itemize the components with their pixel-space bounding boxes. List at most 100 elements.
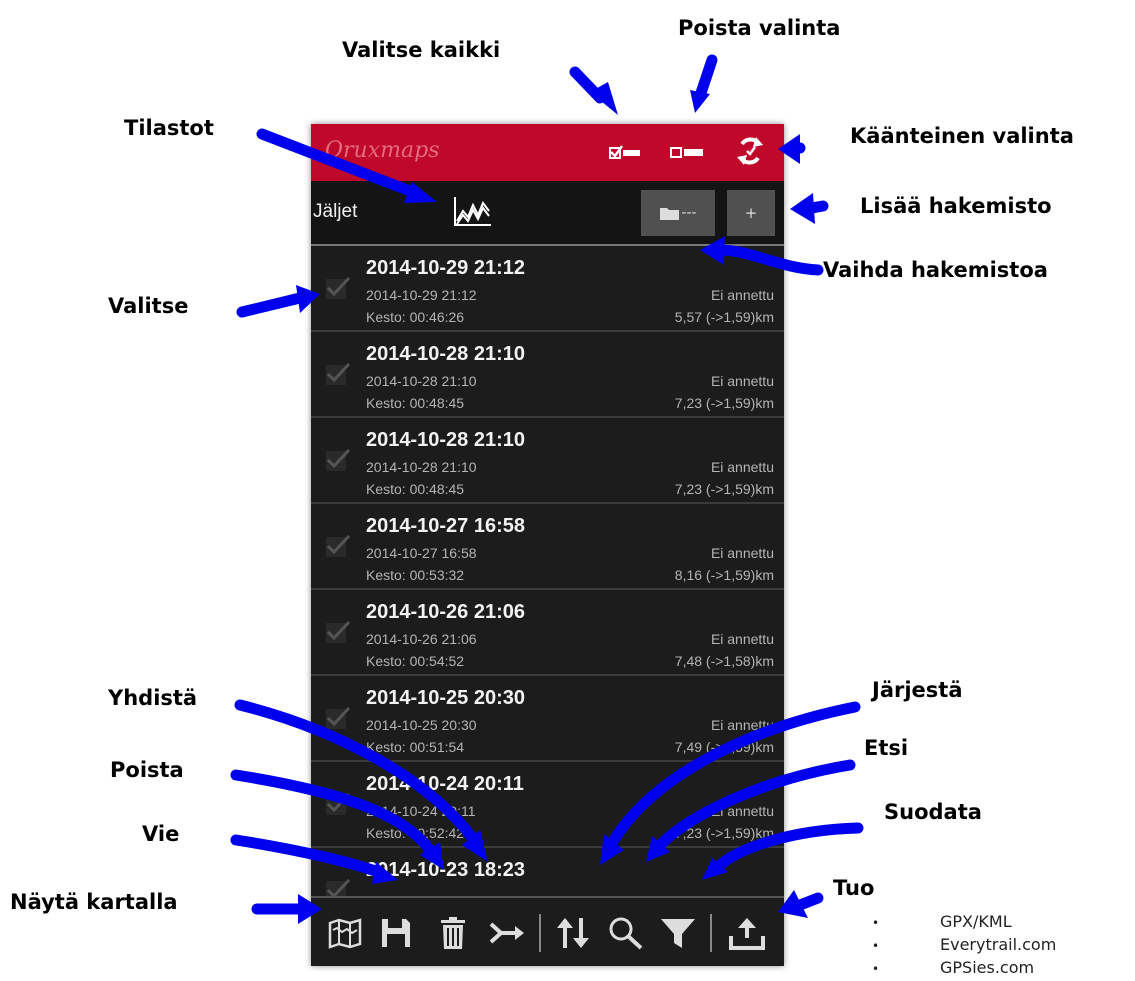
track-duration: Kesto: 00:52:42 <box>366 825 465 841</box>
import-source: GPSies.com <box>940 958 1035 977</box>
label-add-folder: Lisää hakemisto <box>860 194 1052 218</box>
track-distance: 5,57 (->1,59)km <box>674 309 774 325</box>
track-list: 2014-10-29 21:12 2014-10-29 21:12 Kesto:… <box>311 246 784 896</box>
track-row[interactable]: 2014-10-27 16:58 2014-10-27 16:58 Kesto:… <box>311 504 784 590</box>
track-row[interactable]: 2014-10-25 20:30 2014-10-25 20:30 Kesto:… <box>311 676 784 762</box>
track-duration: Kesto: 00:46:26 <box>366 309 465 325</box>
track-duration: Kesto: 00:48:45 <box>366 481 465 497</box>
track-distance: 7,23 (->1,59)km <box>674 481 774 497</box>
track-title: 2014-10-28 21:10 <box>366 343 526 365</box>
checkbox[interactable] <box>325 620 351 644</box>
arrow-import <box>794 892 824 911</box>
label-change-folder: Vaihda hakemistoa <box>823 258 1048 282</box>
change-folder-button[interactable]: --- <box>641 190 715 236</box>
track-status: Ei annettu <box>710 631 774 647</box>
track-status: Ei annettu <box>710 803 774 819</box>
track-date: 2014-10-27 16:58 <box>366 545 477 561</box>
merge-icon[interactable] <box>488 916 526 950</box>
label-deselect: Poista valinta <box>678 16 841 40</box>
checkbox[interactable] <box>325 706 351 730</box>
sort-icon[interactable] <box>554 916 592 950</box>
label-sort: Järjestä <box>872 678 963 702</box>
track-row[interactable]: 2014-10-24 20:11 2014-10-24 20:11 Kesto:… <box>311 762 784 848</box>
label-statistics: Tilastot <box>124 116 214 140</box>
arrowhead <box>790 193 815 224</box>
import-source: GPX/KML <box>940 912 1012 931</box>
track-title: 2014-10-25 20:30 <box>366 687 526 709</box>
list-bullet: • <box>872 916 880 930</box>
label-search: Etsi <box>864 736 909 760</box>
track-date: 2014-10-26 21:06 <box>366 631 477 647</box>
track-row[interactable]: 2014-10-29 21:12 2014-10-29 21:12 Kesto:… <box>311 246 784 332</box>
track-date: 2014-10-29 21:12 <box>366 287 477 303</box>
track-row[interactable]: 2014-10-28 21:10 2014-10-28 21:10 Kesto:… <box>311 418 784 504</box>
track-date: 2014-10-24 20:11 <box>366 803 476 819</box>
select-all-icon[interactable] <box>608 138 642 164</box>
label-export: Vie <box>142 822 180 846</box>
arrow-add-folder <box>806 200 829 214</box>
deselect-icon[interactable] <box>669 138 705 164</box>
track-date: 2014-10-28 21:10 <box>366 459 477 475</box>
track-status: Ei annettu <box>710 459 774 475</box>
upload-icon[interactable] <box>728 916 766 950</box>
invert-selection-icon[interactable] <box>736 136 764 166</box>
label-import: Tuo <box>833 876 875 900</box>
arrowhead <box>690 90 710 113</box>
action-bar: Oruxmaps <box>311 124 784 181</box>
arrow-select <box>236 292 306 318</box>
track-title: 2014-10-24 20:11 <box>366 773 524 795</box>
track-title: 2014-10-26 21:06 <box>366 601 526 623</box>
map-icon[interactable] <box>327 916 363 950</box>
list-bullet: • <box>872 939 880 953</box>
folder-label: --- <box>681 205 697 221</box>
checkbox[interactable] <box>325 276 351 300</box>
checkbox[interactable] <box>325 534 351 558</box>
track-duration: Kesto: 00:48:45 <box>366 395 465 411</box>
track-status: Ei annettu <box>710 373 774 389</box>
save-icon[interactable] <box>380 916 412 950</box>
checkbox[interactable] <box>325 362 351 386</box>
track-status: Ei annettu <box>710 717 774 733</box>
track-distance: 7,49 (->1,59)km <box>674 739 774 755</box>
filter-icon[interactable] <box>659 916 697 950</box>
track-distance: 7,23 (->1,59)km <box>674 825 774 841</box>
track-row[interactable]: 2014-10-23 18:23 <box>311 848 784 896</box>
label-select-all: Valitse kaikki <box>342 38 501 62</box>
list-bullet: • <box>872 962 880 976</box>
track-date: 2014-10-25 20:30 <box>366 717 477 733</box>
track-duration: Kesto: 00:51:54 <box>366 739 465 755</box>
track-title: 2014-10-29 21:12 <box>366 257 526 279</box>
label-show-on-map: Näytä kartalla <box>10 890 178 914</box>
label-invert-selection: Käänteinen valinta <box>850 124 1074 148</box>
track-row[interactable]: 2014-10-26 21:06 2014-10-26 21:06 Kesto:… <box>311 590 784 676</box>
import-source: Everytrail.com <box>940 935 1057 954</box>
track-row[interactable]: 2014-10-28 21:10 2014-10-28 21:10 Kesto:… <box>311 332 784 418</box>
label-delete: Poista <box>110 758 184 782</box>
bottom-toolbar <box>311 896 784 966</box>
track-status: Ei annettu <box>710 287 774 303</box>
statistics-icon[interactable] <box>451 193 495 229</box>
track-title: 2014-10-23 18:23 <box>366 859 526 881</box>
toolbar-divider <box>539 914 541 952</box>
trash-icon[interactable] <box>438 916 468 950</box>
toolbar-divider <box>710 914 712 952</box>
arrow-deselect <box>694 54 718 102</box>
track-distance: 8,16 (->1,59)km <box>674 567 774 583</box>
tracks-subbar: Jäljet --- + <box>311 181 784 246</box>
arrow-select-all <box>569 66 606 104</box>
app-logo: Oruxmaps <box>325 138 440 163</box>
track-date: 2014-10-28 21:10 <box>366 373 477 389</box>
checkbox[interactable] <box>325 448 351 472</box>
track-title: 2014-10-27 16:58 <box>366 515 526 537</box>
checkbox[interactable] <box>325 878 351 896</box>
list-item: • GPSies.com <box>868 956 1056 979</box>
list-item: • GPX/KML <box>868 910 1056 933</box>
list-item: • Everytrail.com <box>868 933 1056 956</box>
checkbox[interactable] <box>325 792 351 816</box>
search-icon[interactable] <box>607 916 645 950</box>
arrowhead <box>590 82 618 115</box>
import-sources-list: • GPX/KML • Everytrail.com • GPSies.com <box>868 910 1056 979</box>
track-duration: Kesto: 00:53:32 <box>366 567 465 583</box>
add-folder-button[interactable]: + <box>727 190 775 236</box>
track-duration: Kesto: 00:54:52 <box>366 653 465 669</box>
